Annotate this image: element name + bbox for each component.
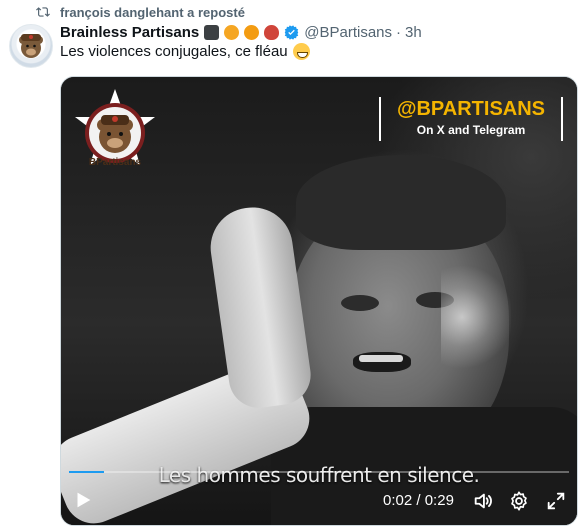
brand-overlay: @BPARTISANS On X and Telegram: [379, 97, 563, 141]
skull-flag-emoji-icon: [204, 24, 220, 40]
play-icon[interactable]: [72, 489, 94, 511]
author-handle[interactable]: @BPartisans: [304, 24, 392, 41]
video-frame-hair: [296, 155, 506, 250]
verified-badge-icon[interactable]: [283, 24, 300, 41]
bear-avatar-icon: [19, 34, 43, 58]
post-time[interactable]: 3h: [405, 24, 422, 41]
video-controls: 0:02 / 0:29: [61, 477, 577, 525]
video-frame-eye: [341, 295, 379, 311]
repost-text: françois danglehant a reposté: [60, 4, 245, 20]
progress-fill: [69, 471, 104, 473]
time-display: 0:02 / 0:29: [383, 492, 454, 509]
progress-bar[interactable]: [69, 471, 569, 473]
settings-icon[interactable]: [508, 490, 530, 512]
duration: 0:29: [424, 492, 454, 509]
time-separator: /: [416, 492, 421, 509]
brand-title: @BPARTISANS: [396, 98, 546, 120]
separator-dot: ·: [396, 23, 402, 41]
fullscreen-icon[interactable]: [545, 490, 567, 512]
logo-text: BPartisans: [89, 157, 142, 168]
video-frame-teeth: [359, 355, 403, 362]
tweet-text: Les violences conjugales, ce fléau: [60, 43, 310, 60]
grinning-face-emoji-icon: [292, 43, 310, 60]
repost-indicator[interactable]: françois danglehant a reposté: [36, 3, 245, 21]
volume-icon[interactable]: [472, 490, 494, 512]
biohazard-emoji-icon: [244, 24, 260, 40]
radioactive-emoji-icon: [224, 24, 240, 40]
author-name[interactable]: Brainless Partisans: [60, 24, 199, 41]
current-time: 0:02: [383, 492, 413, 509]
repost-icon: [36, 7, 50, 17]
avatar[interactable]: [9, 24, 53, 68]
tweet-header: Brainless Partisans @BPartisans · 3h: [60, 22, 422, 42]
video-frame-splash: [441, 262, 511, 372]
bpartisans-logo: BPartisans: [75, 89, 155, 168]
video-player[interactable]: BPartisans @BPARTISANS On X and Telegram…: [60, 76, 578, 526]
bomb-emoji-icon: [264, 24, 280, 40]
tweet-text-content: Les violences conjugales, ce fléau: [60, 43, 288, 60]
brand-subtitle: On X and Telegram: [416, 123, 526, 137]
